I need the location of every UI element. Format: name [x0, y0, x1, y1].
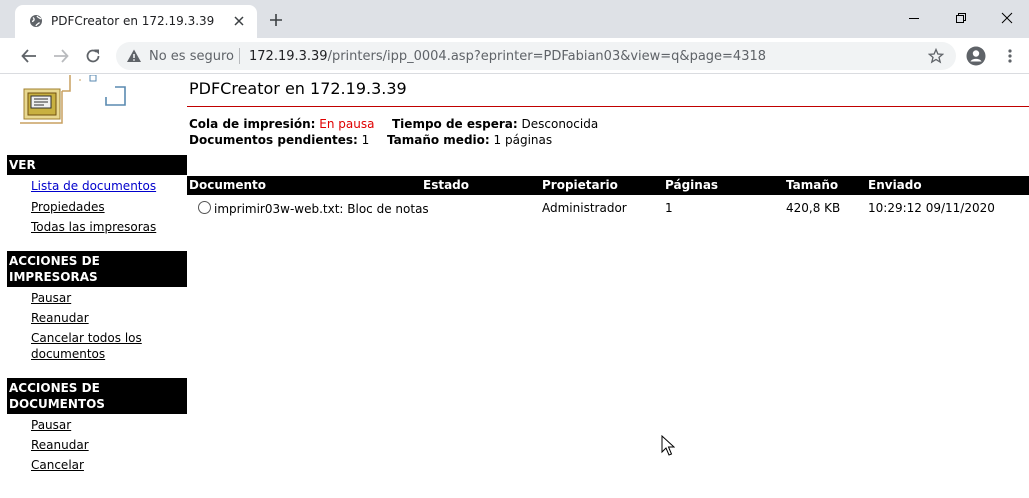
address-bar[interactable]: No es seguro 172.19.3.39/printers/ipp_00… [116, 42, 956, 70]
profile-icon[interactable] [966, 46, 986, 66]
avg-size-line: Tamaño medio: 1 páginas [387, 133, 552, 147]
sidebar-header-document-actions: ACCIONES DE DOCUMENTOS [7, 378, 187, 414]
document-action-pause[interactable]: Pausar [31, 417, 71, 433]
column-header-owner[interactable]: Propietario [542, 178, 618, 192]
cell-owner: Administrador [542, 201, 627, 215]
cell-pages: 1 [665, 201, 673, 215]
close-icon[interactable] [231, 13, 247, 29]
restore-button[interactable] [938, 0, 984, 36]
url-text[interactable]: 172.19.3.39/printers/ipp_0004.asp?eprint… [249, 49, 766, 64]
cell-size: 420,8 KB [786, 201, 841, 215]
row-select-radio[interactable] [198, 201, 211, 214]
pending-label: Documentos pendientes: [189, 133, 358, 147]
mouse-pointer-icon [661, 435, 675, 456]
sidebar-header-view: VER [7, 155, 187, 175]
forward-icon[interactable] [52, 47, 70, 65]
column-header-size[interactable]: Tamaño [786, 178, 838, 192]
header-line-2: IMPRESORAS [9, 270, 98, 284]
sidebar-link-properties[interactable]: Propiedades [31, 199, 105, 215]
header-line-2: DOCUMENTOS [9, 397, 105, 411]
wait-label: Tiempo de espera: [392, 117, 518, 131]
globe-icon [30, 15, 42, 27]
menu-icon[interactable] [1002, 48, 1018, 64]
column-header-status[interactable]: Estado [423, 178, 469, 192]
sidebar-link-document-list[interactable]: Lista de documentos [31, 178, 156, 194]
page-title: PDFCreator en 172.19.3.39 [189, 79, 407, 98]
column-header-pages[interactable]: Páginas [665, 178, 718, 192]
star-icon[interactable] [928, 48, 944, 64]
printer-logo-icon [20, 75, 126, 124]
address-separator [239, 48, 240, 64]
reload-icon[interactable] [84, 47, 102, 65]
security-label[interactable]: No es seguro [149, 49, 234, 64]
browser-tab[interactable]: PDFCreator en 172.19.3.39 [15, 5, 257, 38]
printer-action-resume[interactable]: Reanudar [31, 310, 89, 326]
header-line-1: ACCIONES DE [9, 381, 100, 395]
queue-label: Cola de impresión: [189, 117, 316, 131]
back-icon[interactable] [20, 47, 38, 65]
sidebar-link-all-printers[interactable]: Todas las impresoras [31, 219, 156, 235]
minimize-icon [909, 18, 919, 19]
restore-icon [956, 13, 966, 23]
tab-title: PDFCreator en 172.19.3.39 [51, 14, 215, 28]
printer-action-cancel-all[interactable]: Cancelar todos los [31, 330, 142, 346]
plus-icon[interactable] [268, 12, 284, 28]
cell-document: imprimir03w-web.txt: Bloc de notas [214, 202, 429, 216]
printer-action-pause[interactable]: Pausar [31, 290, 71, 306]
printer-action-cancel-all-cont[interactable]: documentos [31, 346, 105, 362]
header-line-1: ACCIONES DE [9, 254, 100, 268]
page-content: PDFCreator en 172.19.3.39 Cola de impres… [0, 75, 1029, 498]
close-icon [1001, 12, 1013, 24]
document-action-resume[interactable]: Reanudar [31, 437, 89, 453]
title-divider [187, 106, 1029, 107]
column-header-document[interactable]: Documento [189, 178, 266, 192]
queue-status: En pausa [319, 117, 375, 131]
url-path: /printers/ipp_0004.asp?eprinter=PDFabian… [327, 49, 767, 64]
document-action-cancel[interactable]: Cancelar [31, 457, 84, 473]
sidebar-header-printer-actions: ACCIONES DE IMPRESORAS [7, 251, 187, 287]
browser-toolbar: No es seguro 172.19.3.39/printers/ipp_00… [0, 38, 1029, 74]
warning-icon[interactable] [126, 48, 142, 64]
avg-size-label: Tamaño medio: [387, 133, 490, 147]
wait-time-line: Tiempo de espera: Desconocida [392, 117, 598, 131]
pending-docs-line: Documentos pendientes: 1 [189, 133, 369, 147]
avg-size-value: 1 páginas [493, 133, 553, 147]
window-close-button[interactable] [984, 0, 1029, 36]
url-host: 172.19.3.39 [249, 49, 328, 64]
table-header: Documento Estado Propietario Páginas Tam… [187, 176, 1029, 195]
cell-sent: 10:29:12 09/11/2020 [868, 201, 995, 215]
pending-value: 1 [361, 133, 370, 147]
minimize-button[interactable] [891, 0, 937, 36]
wait-value: Desconocida [521, 117, 599, 131]
column-header-sent[interactable]: Enviado [868, 178, 922, 192]
queue-status-line: Cola de impresión: En pausa [189, 117, 374, 131]
tab-strip: PDFCreator en 172.19.3.39 [0, 0, 1029, 38]
